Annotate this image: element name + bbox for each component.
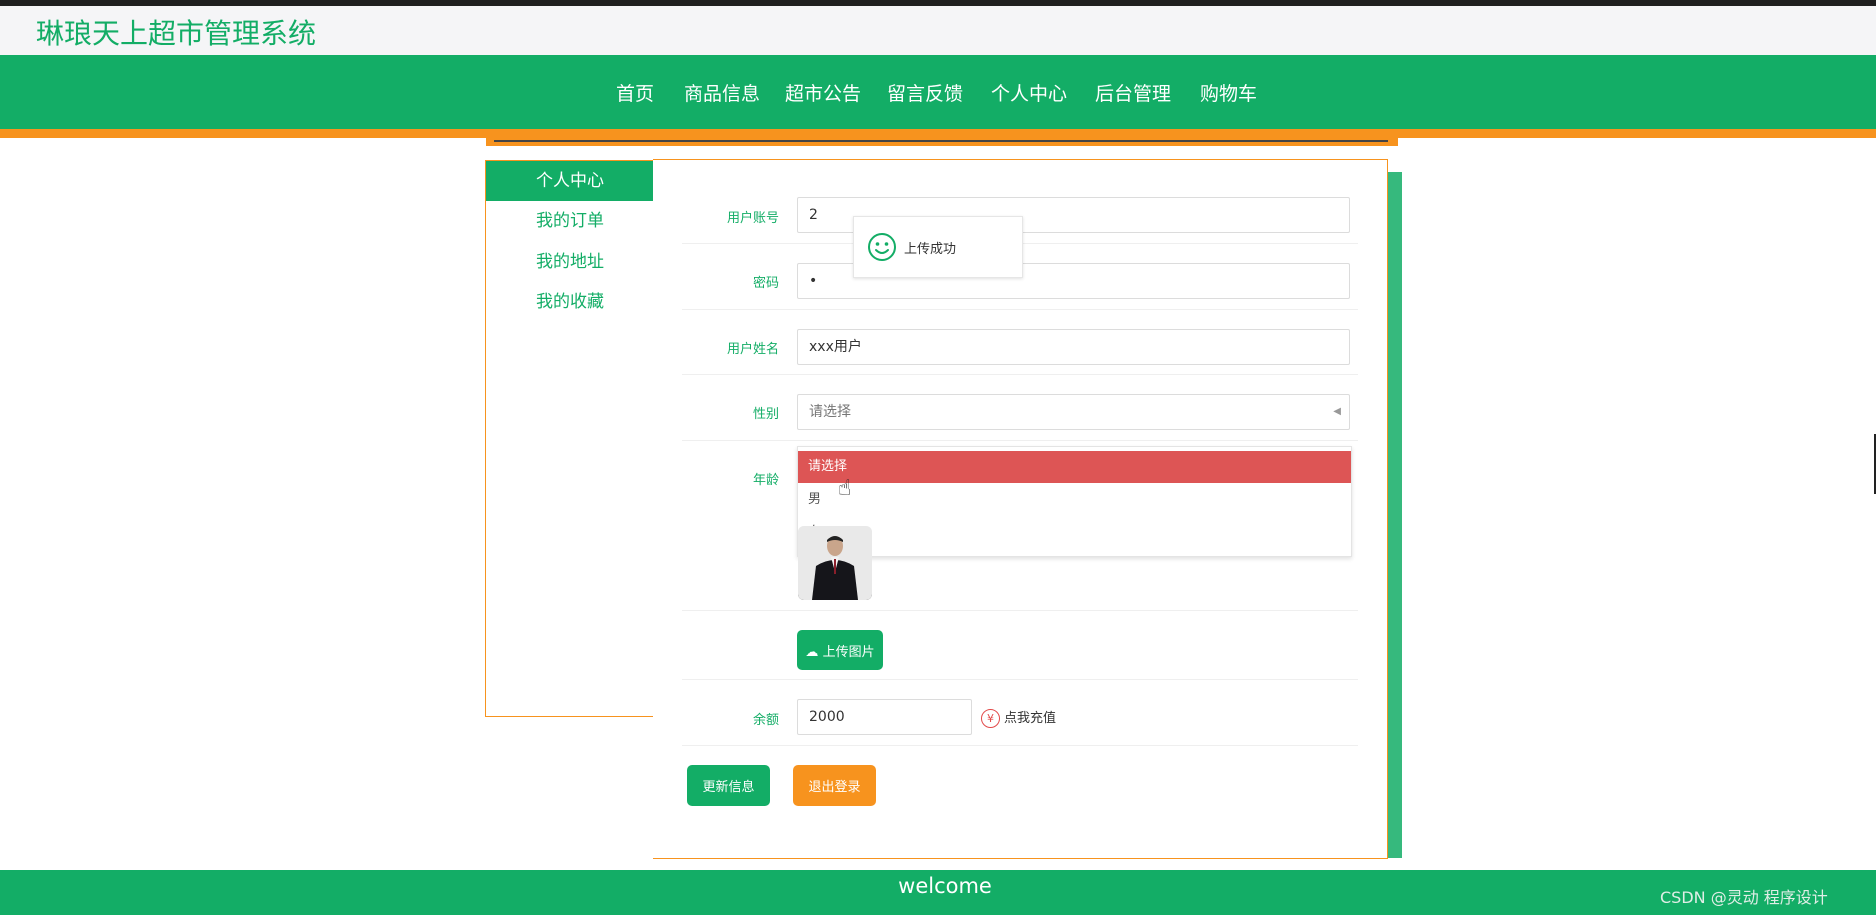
upload-image-button[interactable]: ☁ 上传图片 [797,630,883,670]
row-divider [682,374,1358,375]
row-divider [682,679,1358,680]
main-nav: 首页 商品信息 超市公告 留言反馈 个人中心 后台管理 购物车 [0,55,1876,129]
balance-label: 余额 [752,713,779,728]
username-label: 用户账号 [726,211,779,226]
cloud-upload-icon: ☁ [805,644,819,660]
nav-item-home[interactable]: 首页 [616,79,654,106]
gender-option-female[interactable]: 女 [798,517,1351,549]
gender-dropdown: 请选择 男 女 [797,446,1352,557]
gender-select-value: 请选择 [809,404,851,420]
content-top-divider [494,140,1388,142]
yen-icon: ¥ [981,709,1000,728]
title-bar: 琳琅天上超市管理系统 [0,6,1876,55]
gender-option-male[interactable]: 男 [798,484,1351,516]
recharge-link[interactable]: ¥ 点我充值 [981,707,1056,731]
nav-item-personal-center[interactable]: 个人中心 [991,79,1067,106]
watermark: CSDN @灵动 程序设计 [1660,888,1828,907]
gender-label: 性别 [752,407,779,422]
footer: welcome [0,870,1876,915]
upload-success-toast: 上传成功 [853,216,1023,278]
sidebar-item-addresses[interactable]: 我的地址 [486,242,654,282]
realname-field[interactable]: xxx用户 [797,329,1350,365]
smile-icon [868,233,896,261]
sidebar-item-orders[interactable]: 我的订单 [486,201,654,241]
upload-image-label: 上传图片 [822,644,875,660]
row-divider [682,309,1358,310]
nav-item-feedback[interactable]: 留言反馈 [887,79,963,106]
update-info-button[interactable]: 更新信息 [687,765,770,806]
panel-shadow [1388,172,1402,858]
toast-message: 上传成功 [904,242,957,257]
gender-option-placeholder[interactable]: 请选择 [798,451,1351,483]
sidebar-item-favorites[interactable]: 我的收藏 [486,282,654,322]
logout-button[interactable]: 退出登录 [793,765,876,806]
avatar-image [798,526,872,600]
age-label: 年龄 [752,473,779,488]
nav-item-products[interactable]: 商品信息 [684,79,760,106]
hand-pointer-icon: ☝ [838,476,852,501]
row-divider [682,745,1358,746]
row-divider [682,610,1358,611]
nav-accent-bar [0,129,1876,138]
system-title: 琳琅天上超市管理系统 [36,17,317,50]
recharge-label: 点我充值 [1004,711,1057,726]
nav-item-notices[interactable]: 超市公告 [785,79,861,106]
sidebar: 个人中心 我的订单 我的地址 我的收藏 [485,160,655,717]
gender-select[interactable]: 请选择 ◀ [797,394,1350,430]
password-label: 密码 [752,276,779,291]
nav-item-admin[interactable]: 后台管理 [1095,79,1171,106]
nav-item-cart[interactable]: 购物车 [1200,79,1257,106]
sidebar-item-personal-center[interactable]: 个人中心 [486,161,654,201]
row-divider [682,440,1358,441]
realname-label: 用户姓名 [726,342,779,357]
chevron-down-icon: ◀ [1333,406,1341,417]
balance-field[interactable]: 2000 [797,699,972,735]
footer-text: welcome [898,874,992,898]
